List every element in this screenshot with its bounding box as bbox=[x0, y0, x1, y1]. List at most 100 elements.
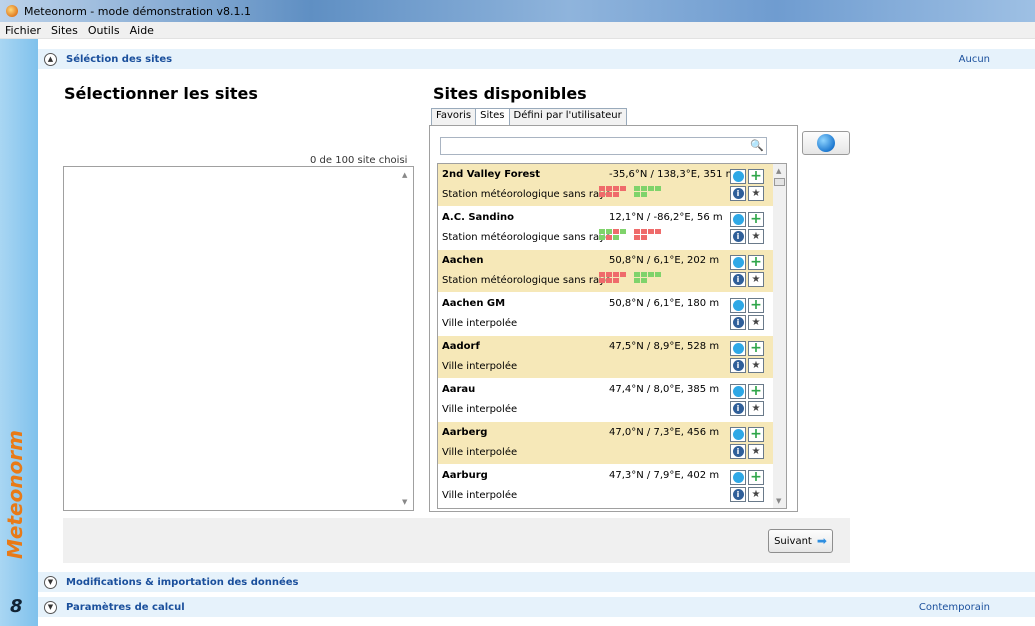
menu-outils[interactable]: Outils bbox=[83, 24, 125, 37]
info-icon[interactable] bbox=[730, 358, 746, 373]
locate-icon[interactable] bbox=[730, 341, 746, 356]
star-icon[interactable]: ★ bbox=[748, 315, 764, 330]
plus-icon[interactable]: + bbox=[748, 169, 764, 184]
locate-icon[interactable] bbox=[730, 384, 746, 399]
locate-icon[interactable] bbox=[730, 255, 746, 270]
site-row[interactable]: Aachen 50,8°N / 6,1°E, 202 m Station météo… bbox=[438, 250, 773, 293]
chevron-down-icon[interactable]: ▼ bbox=[44, 600, 57, 614]
plus-icon[interactable]: + bbox=[748, 255, 764, 270]
site-coords: 47,5°N / 8,9°E, 528 m bbox=[609, 341, 720, 352]
locate-icon[interactable] bbox=[730, 470, 746, 485]
section-header-data-modifications[interactable]: ▼ Modifications & importation des donnée… bbox=[38, 572, 1035, 592]
site-coords: -35,6°N / 138,3°E, 351 m bbox=[609, 169, 736, 180]
indicator-cell bbox=[627, 192, 633, 197]
selected-count: 0 de 100 site choisi bbox=[310, 155, 408, 166]
chevron-up-icon[interactable]: ▲ bbox=[44, 52, 57, 66]
site-row[interactable]: Aachen GM 50,8°N / 6,1°E, 180 m Ville inte… bbox=[438, 293, 773, 336]
scrollbar[interactable]: ▲ ▼ bbox=[399, 167, 413, 510]
site-row[interactable]: Aadorf 47,5°N / 8,9°E, 528 m Ville interpo… bbox=[438, 336, 773, 379]
scroll-up-icon[interactable]: ▲ bbox=[776, 167, 781, 175]
plus-icon[interactable]: + bbox=[748, 212, 764, 227]
info-icon[interactable] bbox=[730, 444, 746, 459]
indicator-cell bbox=[634, 272, 640, 277]
site-name: Aachen GM bbox=[442, 298, 506, 309]
indicator-cell bbox=[620, 186, 626, 191]
map-button[interactable] bbox=[802, 131, 850, 155]
site-actions: +★ bbox=[730, 212, 764, 244]
menu-fichier[interactable]: Fichier bbox=[0, 24, 46, 37]
indicator-cell bbox=[655, 192, 661, 197]
info-icon[interactable] bbox=[730, 229, 746, 244]
plus-icon[interactable]: + bbox=[748, 298, 764, 313]
data-availability-indicators bbox=[599, 272, 668, 283]
info-icon[interactable] bbox=[730, 186, 746, 201]
available-sites-list: 2nd Valley Forest -35,6°N / 138,3°E, 351 … bbox=[437, 163, 787, 509]
indicator-cell bbox=[620, 272, 626, 277]
section-label: Modifications & importation des données bbox=[66, 576, 299, 588]
site-row[interactable]: Aarburg 47,3°N / 7,9°E, 402 m Ville interp… bbox=[438, 465, 773, 508]
indicator-cell bbox=[641, 229, 647, 234]
info-icon[interactable] bbox=[730, 272, 746, 287]
section-value: Aucun bbox=[958, 53, 990, 65]
globe-icon bbox=[817, 134, 835, 152]
star-icon[interactable]: ★ bbox=[748, 358, 764, 373]
section-label: Paramètres de calcul bbox=[66, 601, 185, 613]
plus-icon[interactable]: + bbox=[748, 341, 764, 356]
scroll-up-icon[interactable]: ▲ bbox=[402, 171, 407, 179]
site-type: Ville interpolée bbox=[442, 490, 518, 501]
indicator-cell bbox=[606, 272, 612, 277]
locate-icon[interactable] bbox=[730, 427, 746, 442]
section-header-calc-params[interactable]: ▼ Paramètres de calcul Contemporain bbox=[38, 597, 1035, 617]
section-header-site-selection[interactable]: ▲ Séléction des sites Aucun bbox=[38, 49, 1035, 69]
indicator-cell bbox=[655, 186, 661, 191]
menu-sites[interactable]: Sites bbox=[46, 24, 83, 37]
star-icon[interactable]: ★ bbox=[748, 487, 764, 502]
site-actions: +★ bbox=[730, 169, 764, 201]
site-name: Aarburg bbox=[442, 470, 488, 481]
brand-name: Meteonorm bbox=[3, 429, 27, 559]
star-icon[interactable]: ★ bbox=[748, 401, 764, 416]
site-row[interactable]: Aarau 47,4°N / 8,0°E, 385 m Ville interpol… bbox=[438, 379, 773, 422]
site-row[interactable]: 2nd Valley Forest -35,6°N / 138,3°E, 351 … bbox=[438, 164, 773, 207]
locate-icon[interactable] bbox=[730, 169, 746, 184]
plus-icon[interactable]: + bbox=[748, 427, 764, 442]
info-icon[interactable] bbox=[730, 487, 746, 502]
selected-sites-list[interactable]: ▲ ▼ bbox=[63, 166, 414, 511]
locate-icon[interactable] bbox=[730, 212, 746, 227]
indicator-cell bbox=[613, 192, 619, 197]
star-icon[interactable]: ★ bbox=[748, 186, 764, 201]
scroll-down-icon[interactable]: ▼ bbox=[402, 498, 407, 506]
locate-icon[interactable] bbox=[730, 298, 746, 313]
info-icon[interactable] bbox=[730, 315, 746, 330]
site-row[interactable]: Aarberg 47,0°N / 7,3°E, 456 m Ville interp… bbox=[438, 422, 773, 465]
site-name: 2nd Valley Forest bbox=[442, 169, 541, 180]
search-input[interactable]: 🔍 bbox=[440, 137, 767, 155]
star-icon[interactable]: ★ bbox=[748, 272, 764, 287]
search-icon[interactable]: 🔍 bbox=[750, 140, 764, 152]
site-name: Aarau bbox=[442, 384, 476, 395]
scroll-down-icon[interactable]: ▼ bbox=[776, 497, 781, 505]
chevron-down-icon[interactable]: ▼ bbox=[44, 575, 57, 589]
tab-favoris[interactable]: Favoris bbox=[431, 108, 477, 126]
plus-icon[interactable]: + bbox=[748, 384, 764, 399]
indicator-cell bbox=[599, 186, 605, 191]
site-actions: +★ bbox=[730, 255, 764, 287]
indicator-cell bbox=[620, 192, 626, 197]
menu-aide[interactable]: Aide bbox=[125, 24, 159, 37]
indicator-cell bbox=[662, 229, 668, 234]
indicator-cell bbox=[613, 272, 619, 277]
star-icon[interactable]: ★ bbox=[748, 229, 764, 244]
site-row[interactable]: A.C. Sandino 12,1°N / -86,2°E, 56 m Statio… bbox=[438, 207, 773, 250]
info-icon[interactable] bbox=[730, 401, 746, 416]
scroll-thumb[interactable] bbox=[774, 178, 785, 186]
site-actions: +★ bbox=[730, 470, 764, 502]
tab-user-defined[interactable]: Défini par l'utilisateur bbox=[508, 108, 627, 126]
indicator-cell bbox=[599, 272, 605, 277]
site-list-scrollbar[interactable]: ▲ ▼ bbox=[773, 164, 786, 508]
plus-icon[interactable]: + bbox=[748, 470, 764, 485]
site-name: A.C. Sandino bbox=[442, 212, 514, 223]
indicator-cell bbox=[627, 235, 633, 240]
star-icon[interactable]: ★ bbox=[748, 444, 764, 459]
next-button[interactable]: Suivant ➡ bbox=[768, 529, 833, 553]
site-name: Aachen bbox=[442, 255, 484, 266]
